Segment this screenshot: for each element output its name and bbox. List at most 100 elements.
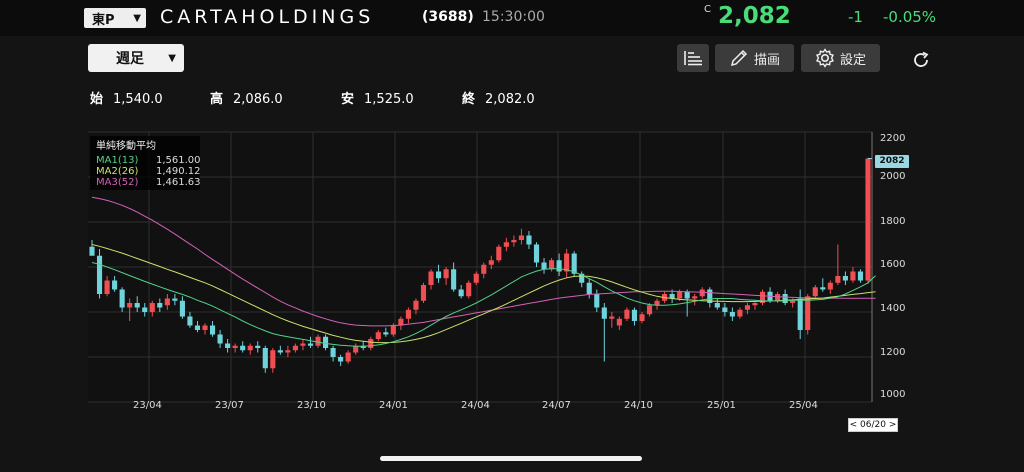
candle-body xyxy=(262,348,268,369)
candle-body xyxy=(699,289,705,297)
candle-body xyxy=(782,294,788,303)
candle-body xyxy=(835,276,841,283)
x-tick: 23/07 xyxy=(215,400,244,411)
candle-body xyxy=(601,307,607,319)
candle-body xyxy=(172,298,178,301)
candle-body xyxy=(436,271,442,279)
candle-body xyxy=(737,309,743,317)
candle-body xyxy=(503,242,509,247)
y-tick: 1200 xyxy=(880,347,906,358)
candle-body xyxy=(541,262,547,270)
candle-body xyxy=(654,300,660,306)
legend-title: 単純移動平均 xyxy=(96,141,156,152)
candle-body xyxy=(586,282,592,294)
candle-body xyxy=(179,300,185,317)
x-tick: 24/04 xyxy=(461,400,490,411)
legend-ma1: MA1(13) 1,561.00 xyxy=(96,155,201,166)
legend-ma3-value: 1,461.63 xyxy=(156,177,201,188)
candle-body xyxy=(865,158,871,281)
date-cursor-tag[interactable]: < 06/20 > xyxy=(848,418,898,432)
x-tick: 24/01 xyxy=(379,400,408,411)
candle-body xyxy=(315,336,321,346)
candle-body xyxy=(127,303,133,308)
candle-body xyxy=(413,300,419,310)
candle-body xyxy=(96,255,103,294)
candle-body xyxy=(277,350,283,353)
x-tick: 24/10 xyxy=(624,400,653,411)
candle-body xyxy=(300,343,306,346)
candle-body xyxy=(744,305,751,310)
candle-body xyxy=(119,289,125,308)
candle-body xyxy=(616,318,622,326)
candle-body xyxy=(368,339,374,348)
candle-body xyxy=(842,276,848,281)
candle-body xyxy=(714,303,720,308)
candle-body xyxy=(345,352,351,362)
candle-body xyxy=(202,325,208,330)
candle-body xyxy=(390,325,396,335)
candle-body xyxy=(149,303,155,312)
candle-body xyxy=(812,287,818,297)
candle-body xyxy=(217,334,223,344)
candle-body xyxy=(518,235,524,240)
candle-body xyxy=(797,298,803,330)
y-tick: 2000 xyxy=(880,171,906,182)
candle-body xyxy=(752,303,758,306)
candle-body xyxy=(729,312,735,317)
candle-body xyxy=(443,269,449,279)
candle-body xyxy=(428,271,434,285)
candle-body xyxy=(571,253,577,274)
candle-body xyxy=(827,282,833,290)
candle-body xyxy=(194,325,201,330)
candle-body xyxy=(225,343,231,348)
candle-body xyxy=(639,314,645,321)
candle-body xyxy=(775,294,781,301)
candle-body xyxy=(624,309,630,319)
candle-body xyxy=(285,350,291,353)
candle-body xyxy=(89,246,95,256)
candle-body xyxy=(857,271,864,281)
candle-body xyxy=(684,291,690,299)
candle-body xyxy=(549,260,555,270)
x-tick: 25/01 xyxy=(707,400,736,411)
x-tick: 23/04 xyxy=(133,400,162,411)
candle-body xyxy=(353,345,359,353)
legend-ma3-name: MA3(52) xyxy=(96,177,139,188)
candle-body xyxy=(609,316,615,319)
candle-body xyxy=(112,280,118,290)
candle-body xyxy=(466,282,472,297)
legend-ma3: MA3(52) 1,461.63 xyxy=(96,177,201,188)
x-tick: 24/07 xyxy=(542,400,571,411)
candle-body xyxy=(375,332,381,339)
candle-body xyxy=(142,307,148,312)
candle-body xyxy=(247,345,253,351)
candle-body xyxy=(330,348,336,357)
candle-body xyxy=(383,332,389,335)
candle-body xyxy=(322,336,329,348)
candle-body xyxy=(270,350,276,369)
legend-ma2: MA2(26) 1,490.12 xyxy=(96,166,201,177)
y-tick: 2200 xyxy=(880,133,906,144)
candle-body xyxy=(481,264,487,274)
candle-body xyxy=(526,235,532,245)
last-price-tag: 2082 xyxy=(875,155,909,168)
candle-body xyxy=(157,303,163,308)
candle-body xyxy=(594,294,600,308)
candle-body xyxy=(458,289,464,297)
candle-body xyxy=(631,309,638,321)
candle-body xyxy=(496,246,502,261)
candle-body xyxy=(232,345,238,348)
legend-ma1-name: MA1(13) xyxy=(96,155,139,166)
candle-body xyxy=(677,291,683,299)
candle-body xyxy=(405,309,411,319)
x-tick: 23/10 xyxy=(297,400,326,411)
x-tick: 25/04 xyxy=(789,400,818,411)
candle-body xyxy=(850,271,856,281)
candle-body xyxy=(564,253,570,272)
candle-body xyxy=(307,343,314,346)
candle-body xyxy=(240,345,246,351)
y-tick: 1800 xyxy=(880,216,906,227)
candle-body xyxy=(164,298,170,306)
candle-body xyxy=(451,269,457,290)
candle-body xyxy=(511,240,517,243)
